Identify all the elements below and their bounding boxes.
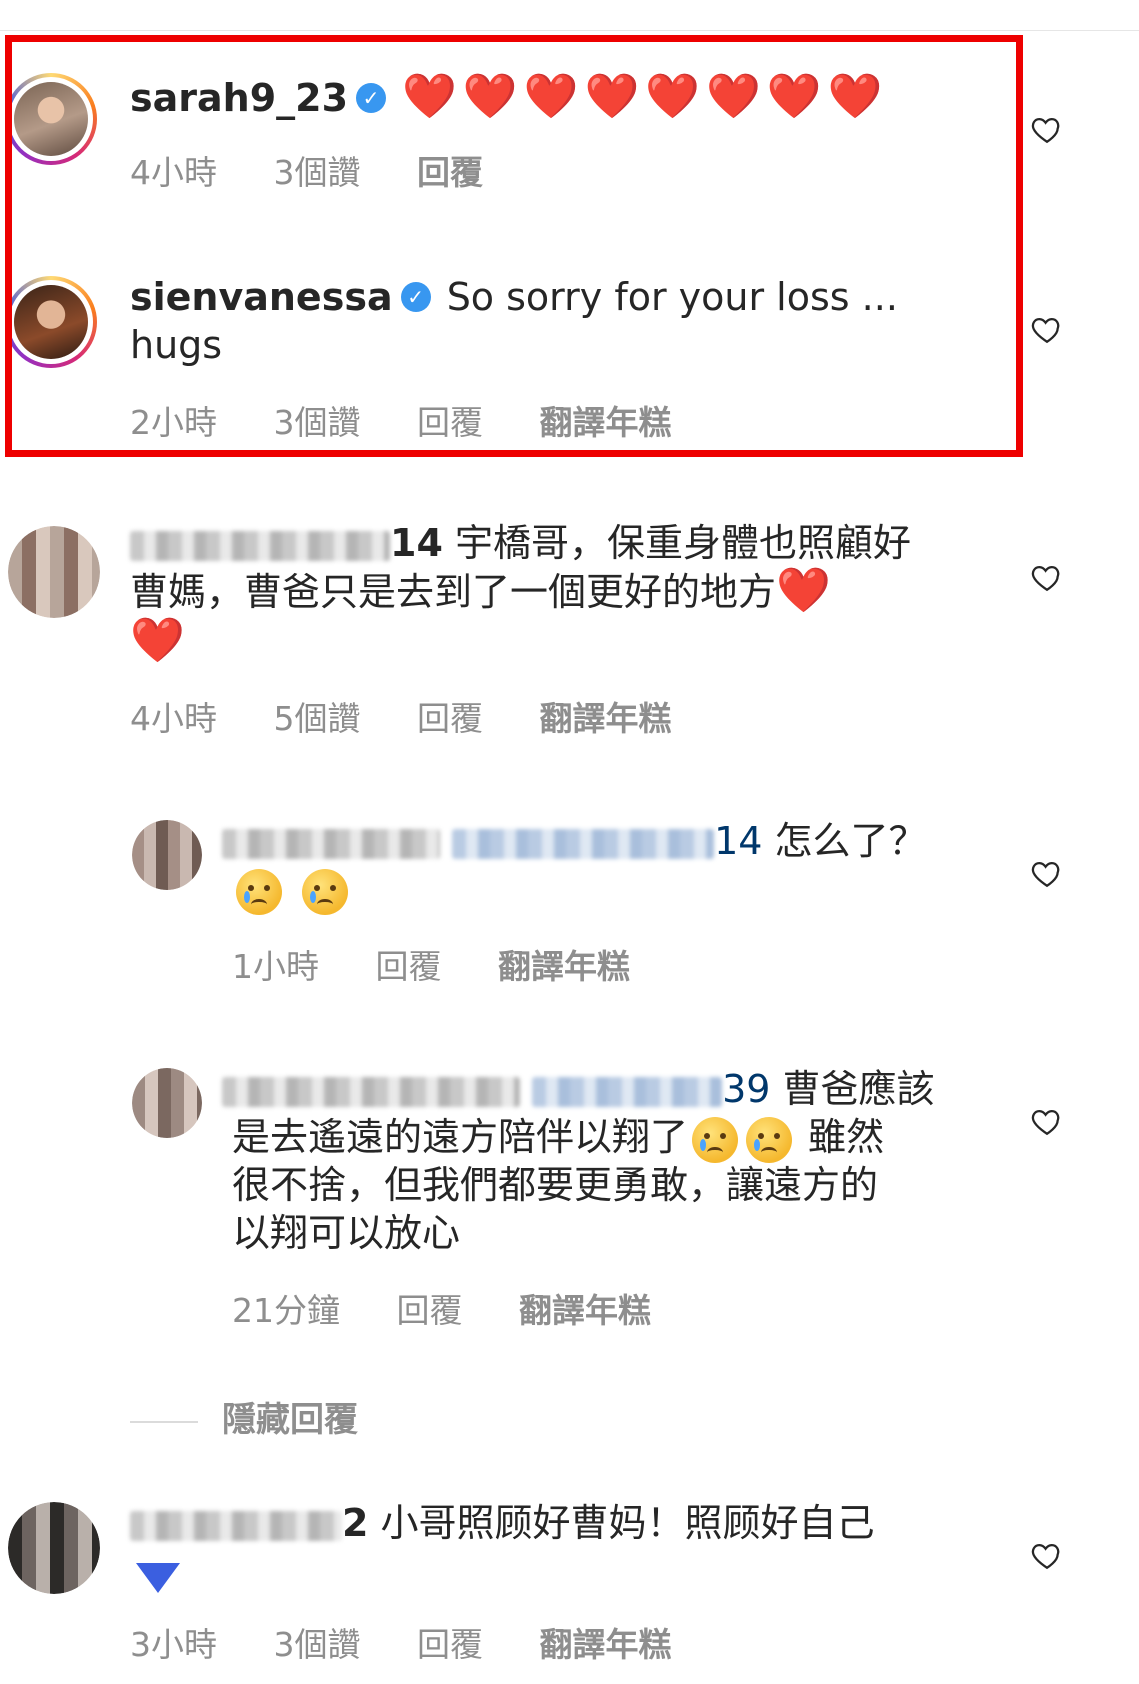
- comment-meta: 21分鐘 回覆 翻譯年糕: [232, 1284, 697, 1332]
- avatar[interactable]: [5, 276, 97, 368]
- heart-emoji: ❤️: [130, 615, 191, 666]
- heart-outline-icon[interactable]: [1030, 112, 1064, 146]
- translate-button[interactable]: 翻譯年糕: [540, 396, 672, 444]
- likes-count[interactable]: 5個讚: [274, 692, 361, 740]
- divider-line: [130, 1420, 198, 1423]
- verified-badge-icon: ✓: [400, 281, 431, 312]
- translate-button[interactable]: 翻譯年糕: [540, 1618, 672, 1666]
- heart-outline-icon[interactable]: [1030, 312, 1064, 346]
- comment-meta: 1小時 回覆 翻譯年糕: [232, 940, 676, 988]
- timestamp: 1小時: [232, 947, 319, 986]
- heart-outline-icon[interactable]: [1030, 856, 1064, 890]
- reply-button[interactable]: 回覆: [376, 940, 442, 988]
- username-tail[interactable]: 2: [342, 1501, 368, 1545]
- comment-text-line2b: 雖然: [808, 1115, 885, 1159]
- reply-button[interactable]: 回覆: [417, 692, 483, 740]
- blurred-username: [130, 1510, 342, 1541]
- username[interactable]: sarah9_23: [130, 76, 348, 120]
- reply-button[interactable]: 回覆: [397, 1284, 463, 1332]
- username[interactable]: sienvanessa: [130, 275, 393, 319]
- heart-outline-icon[interactable]: [1030, 1538, 1064, 1572]
- mention-tail[interactable]: 14: [714, 819, 762, 863]
- comment-text: 怎么了？: [774, 819, 927, 863]
- comment-text: 曹爸應該: [782, 1067, 935, 1111]
- timestamp: 4小時: [130, 699, 217, 738]
- comment-text: ❤️❤️❤️❤️❤️❤️❤️❤️: [402, 71, 889, 122]
- comment-meta: 3小時 3個讚 回覆 翻譯年糕: [130, 1618, 718, 1666]
- hide-replies-label: 隱藏回覆: [222, 1400, 358, 1440]
- avatar[interactable]: [8, 526, 100, 618]
- timestamp: 4小時: [130, 153, 217, 192]
- translate-button[interactable]: 翻譯年糕: [498, 940, 630, 988]
- blurred-mention: [532, 1076, 723, 1107]
- likes-count[interactable]: 3個讚: [274, 146, 361, 194]
- comment-text-line3: 很不捨，但我們都要更勇敢，讓遠方的: [232, 1163, 879, 1207]
- blurred-mention: [452, 828, 715, 859]
- reply-button[interactable]: 回覆: [417, 396, 483, 444]
- comment-text-line2: 曹媽，曹爸只是去到了一個更好的地方: [130, 570, 777, 614]
- avatar[interactable]: [8, 1502, 100, 1594]
- likes-count[interactable]: 3個讚: [274, 1618, 361, 1666]
- heart-outline-icon[interactable]: [1030, 560, 1064, 594]
- comment-meta: 4小時 5個讚 回覆 翻譯年糕: [130, 692, 718, 740]
- top-divider: [0, 30, 1139, 31]
- likes-count[interactable]: 3個讚: [274, 396, 361, 444]
- comment-text: 小哥照顾好曹妈！照顾好自己: [380, 1501, 875, 1545]
- avatar[interactable]: [132, 820, 202, 890]
- comment-text-line4: 以翔可以放心: [232, 1211, 461, 1255]
- comment-text-line2: 是去遙遠的遠方陪伴以翔了: [232, 1115, 689, 1159]
- blurred-username: [222, 1076, 520, 1107]
- blue-heart-emoji: [136, 1562, 180, 1593]
- avatar[interactable]: [5, 73, 97, 165]
- blurred-username: [130, 530, 390, 561]
- heart-emoji: ❤️: [776, 565, 837, 616]
- translate-button[interactable]: 翻譯年糕: [540, 692, 672, 740]
- reply-button[interactable]: 回覆: [417, 1618, 483, 1666]
- reply-button[interactable]: 回覆: [417, 146, 483, 194]
- heart-outline-icon[interactable]: [1030, 1104, 1064, 1138]
- username-tail[interactable]: 14: [390, 521, 443, 565]
- crying-face-emoji: [746, 1116, 793, 1163]
- comment-text-line2: hugs: [130, 323, 223, 367]
- crying-face-emoji: [692, 1116, 739, 1163]
- blurred-username: [222, 828, 440, 859]
- comment-meta: 2小時 3個讚 回覆 翻譯年糕: [130, 396, 718, 444]
- crying-face-emoji: [236, 868, 282, 915]
- comment-text: So sorry for your loss ...: [446, 275, 898, 319]
- comment-text: 宇橋哥，保重身體也照顧好: [454, 521, 911, 565]
- avatar[interactable]: [132, 1068, 202, 1138]
- timestamp: 2小時: [130, 403, 217, 442]
- hide-replies-button[interactable]: 隱藏回覆: [130, 1392, 358, 1441]
- timestamp: 21分鐘: [232, 1291, 340, 1330]
- crying-face-emoji: [302, 868, 349, 915]
- timestamp: 3小時: [130, 1625, 217, 1664]
- comment-meta: 4小時 3個讚 回覆: [130, 146, 529, 194]
- mention-tail[interactable]: 39: [722, 1067, 770, 1111]
- verified-badge-icon: ✓: [356, 82, 387, 113]
- translate-button[interactable]: 翻譯年糕: [519, 1284, 651, 1332]
